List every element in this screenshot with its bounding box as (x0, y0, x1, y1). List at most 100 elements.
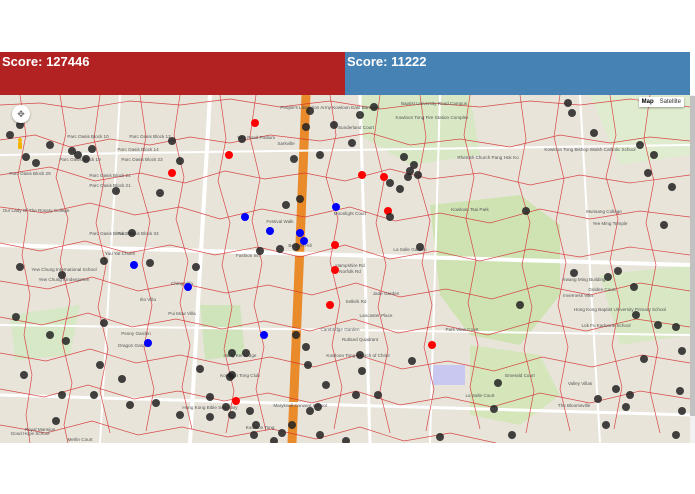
neutral-marker[interactable] (58, 271, 66, 279)
neutral-marker[interactable] (316, 151, 324, 159)
neutral-marker[interactable] (196, 365, 204, 373)
neutral-marker[interactable] (490, 405, 498, 413)
neutral-marker[interactable] (654, 321, 662, 329)
neutral-marker[interactable] (222, 403, 230, 411)
neutral-marker[interactable] (386, 179, 394, 187)
neutral-marker[interactable] (296, 195, 304, 203)
neutral-marker[interactable] (100, 319, 108, 327)
neutral-marker[interactable] (290, 155, 298, 163)
neutral-marker[interactable] (374, 391, 382, 399)
blue-team-marker[interactable] (144, 339, 152, 347)
neutral-marker[interactable] (282, 201, 290, 209)
neutral-marker[interactable] (630, 283, 638, 291)
blue-team-marker[interactable] (184, 283, 192, 291)
neutral-marker[interactable] (168, 137, 176, 145)
neutral-marker[interactable] (352, 391, 360, 399)
map-type-control[interactable]: Map Satellite (638, 97, 684, 107)
red-team-marker[interactable] (380, 173, 388, 181)
neutral-marker[interactable] (408, 357, 416, 365)
neutral-marker[interactable] (386, 213, 394, 221)
neutral-marker[interactable] (494, 379, 502, 387)
pegman-icon[interactable] (17, 138, 23, 150)
neutral-marker[interactable] (358, 367, 366, 375)
neutral-marker[interactable] (12, 313, 20, 321)
neutral-marker[interactable] (348, 139, 356, 147)
neutral-marker[interactable] (356, 111, 364, 119)
neutral-marker[interactable] (226, 373, 234, 381)
neutral-marker[interactable] (292, 243, 300, 251)
neutral-marker[interactable] (112, 187, 120, 195)
red-team-marker[interactable] (225, 151, 233, 159)
neutral-marker[interactable] (678, 347, 686, 355)
neutral-marker[interactable] (302, 343, 310, 351)
neutral-marker[interactable] (46, 141, 54, 149)
neutral-marker[interactable] (672, 431, 680, 439)
neutral-marker[interactable] (614, 267, 622, 275)
neutral-marker[interactable] (304, 361, 312, 369)
neutral-marker[interactable] (316, 431, 324, 439)
neutral-marker[interactable] (250, 431, 258, 439)
neutral-marker[interactable] (644, 169, 652, 177)
neutral-marker[interactable] (62, 337, 70, 345)
neutral-marker[interactable] (242, 349, 250, 357)
neutral-marker[interactable] (278, 429, 286, 437)
neutral-marker[interactable] (626, 391, 634, 399)
neutral-marker[interactable] (678, 407, 686, 415)
neutral-marker[interactable] (640, 355, 648, 363)
neutral-marker[interactable] (292, 331, 300, 339)
neutral-marker[interactable] (238, 135, 246, 143)
neutral-marker[interactable] (246, 407, 254, 415)
neutral-marker[interactable] (192, 263, 200, 271)
neutral-marker[interactable] (508, 431, 516, 439)
neutral-marker[interactable] (58, 391, 66, 399)
neutral-marker[interactable] (314, 403, 322, 411)
neutral-marker[interactable] (100, 257, 108, 265)
page-scrollbar-thumb[interactable] (690, 96, 695, 416)
neutral-marker[interactable] (570, 269, 578, 277)
red-team-marker[interactable] (326, 301, 334, 309)
neutral-marker[interactable] (516, 301, 524, 309)
neutral-marker[interactable] (206, 413, 214, 421)
neutral-marker[interactable] (74, 151, 82, 159)
neutral-marker[interactable] (400, 153, 408, 161)
neutral-marker[interactable] (636, 141, 644, 149)
map-type-map-button[interactable]: Map (638, 97, 657, 107)
neutral-marker[interactable] (82, 155, 90, 163)
neutral-marker[interactable] (128, 229, 136, 237)
neutral-marker[interactable] (32, 159, 40, 167)
neutral-marker[interactable] (228, 349, 236, 357)
neutral-marker[interactable] (522, 207, 530, 215)
neutral-marker[interactable] (568, 109, 576, 117)
neutral-marker[interactable] (288, 421, 296, 429)
red-team-marker[interactable] (232, 397, 240, 405)
neutral-marker[interactable] (414, 171, 422, 179)
neutral-marker[interactable] (396, 185, 404, 193)
neutral-marker[interactable] (330, 121, 338, 129)
neutral-marker[interactable] (416, 243, 424, 251)
neutral-marker[interactable] (602, 421, 610, 429)
red-team-marker[interactable] (168, 169, 176, 177)
neutral-marker[interactable] (604, 273, 612, 281)
neutral-marker[interactable] (46, 331, 54, 339)
neutral-marker[interactable] (90, 391, 98, 399)
neutral-marker[interactable] (206, 393, 214, 401)
blue-team-marker[interactable] (300, 237, 308, 245)
neutral-marker[interactable] (632, 311, 640, 319)
neutral-marker[interactable] (228, 411, 236, 419)
neutral-marker[interactable] (16, 263, 24, 271)
red-team-marker[interactable] (251, 119, 259, 127)
blue-team-marker[interactable] (130, 261, 138, 269)
neutral-marker[interactable] (672, 323, 680, 331)
neutral-marker[interactable] (668, 183, 676, 191)
neutral-marker[interactable] (370, 103, 378, 111)
neutral-marker[interactable] (302, 123, 310, 131)
neutral-marker[interactable] (622, 403, 630, 411)
map-canvas[interactable]: Our Lady Of The Rosary College Parc Oasis… (0, 95, 690, 443)
blue-team-marker[interactable] (266, 227, 274, 235)
blue-team-marker[interactable] (241, 213, 249, 221)
map-type-satellite-button[interactable]: Satellite (656, 97, 684, 107)
neutral-marker[interactable] (20, 371, 28, 379)
neutral-marker[interactable] (590, 129, 598, 137)
neutral-marker[interactable] (612, 385, 620, 393)
neutral-marker[interactable] (176, 157, 184, 165)
